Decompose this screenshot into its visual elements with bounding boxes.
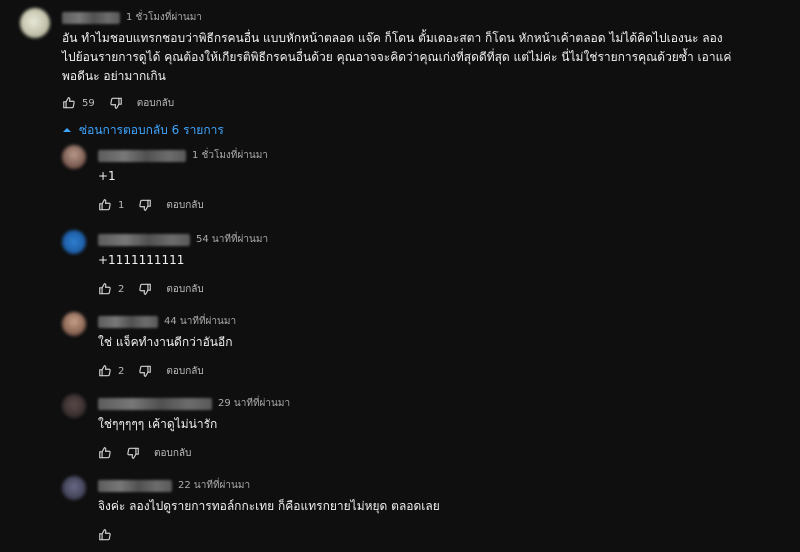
thumbs-up-icon[interactable] — [62, 96, 76, 110]
reply-text: ใช่ แจ็คทำงานดีกว่าอันอีก — [98, 335, 233, 349]
thumbs-down-icon[interactable] — [138, 198, 152, 212]
thumbs-up-icon[interactable] — [98, 528, 112, 542]
avatar[interactable] — [62, 230, 86, 254]
author-name[interactable] — [98, 397, 212, 410]
reply-text: ใช่ๆๆๆๆๆ เค้าดูไม่น่ารัก — [98, 417, 218, 431]
comment-time[interactable]: 1 ชั่วโมงที่ผ่านมา — [126, 10, 202, 25]
comment-header: 1 ชั่วโมงที่ผ่านมา — [62, 10, 202, 25]
chevron-up-icon — [62, 124, 72, 138]
reply-button[interactable]: ตอบกลับ — [137, 96, 174, 111]
reply-header: 1 ชั่วโมงที่ผ่านมา — [98, 148, 268, 163]
like-count: 2 — [118, 365, 125, 377]
like-count: 2 — [118, 283, 125, 295]
like-count: 1 — [118, 199, 125, 211]
thumbs-up-icon[interactable] — [98, 364, 112, 378]
reply-button[interactable]: ตอบกลับ — [154, 446, 191, 461]
reply-text: +1 — [98, 169, 116, 183]
thumbs-down-icon[interactable] — [109, 96, 123, 110]
reply-actions: ตอบกลับ — [98, 445, 191, 461]
author-name[interactable] — [98, 233, 190, 246]
avatar[interactable] — [62, 394, 86, 418]
reply-actions: 2 ตอบกลับ — [98, 363, 204, 379]
avatar[interactable] — [20, 8, 50, 38]
hide-replies-label: ซ่อนการตอบกลับ 6 รายการ — [79, 123, 224, 137]
hide-replies-button[interactable]: ซ่อนการตอบกลับ 6 รายการ — [62, 121, 224, 140]
reply-header: 54 นาทีที่ผ่านมา — [98, 232, 268, 247]
reply-button[interactable]: ตอบกลับ — [166, 198, 203, 213]
reply-time[interactable]: 22 นาทีที่ผ่านมา — [178, 478, 250, 493]
avatar[interactable] — [62, 476, 86, 500]
avatar[interactable] — [62, 312, 86, 336]
thumbs-up-icon[interactable] — [98, 282, 112, 296]
thumbs-up-icon[interactable] — [98, 198, 112, 212]
reply-header: 22 นาทีที่ผ่านมา — [98, 478, 250, 493]
reply-header: 44 นาทีที่ผ่านมา — [98, 314, 236, 329]
reply-time[interactable]: 29 นาทีที่ผ่านมา — [218, 396, 290, 411]
author-name[interactable] — [62, 11, 120, 24]
reply-time[interactable]: 44 นาทีที่ผ่านมา — [164, 314, 236, 329]
reply-text: จิงค่ะ ลองไปดูรายการทอล์กกะเทย ก็คือแทรก… — [98, 499, 440, 513]
comment-actions: 59 ตอบกลับ — [62, 95, 174, 111]
reply-actions: 2 ตอบกลับ — [98, 281, 204, 297]
author-name[interactable] — [98, 315, 158, 328]
reply-actions: 1 ตอบกลับ — [98, 197, 204, 213]
thumbs-up-icon[interactable] — [98, 446, 112, 460]
reply-time[interactable]: 54 นาทีที่ผ่านมา — [196, 232, 268, 247]
author-name[interactable] — [98, 149, 186, 162]
reply-button[interactable]: ตอบกลับ — [166, 282, 203, 297]
reply-time[interactable]: 1 ชั่วโมงที่ผ่านมา — [192, 148, 268, 163]
comment-text-line-2: ไปย้อนรายการดูได้ คุณต้องให้เกียรติพิธีก… — [62, 50, 732, 64]
reply-actions — [98, 527, 112, 543]
comment-text-line-1: อัน ทำไมชอบแทรกชอบว่าพิธีกรคนอื่น แบบหัก… — [62, 31, 723, 45]
reply-header: 29 นาทีที่ผ่านมา — [98, 396, 290, 411]
thumbs-down-icon[interactable] — [138, 364, 152, 378]
author-name[interactable] — [98, 479, 172, 492]
thumbs-down-icon[interactable] — [138, 282, 152, 296]
like-count: 59 — [82, 97, 95, 109]
thumbs-down-icon[interactable] — [126, 446, 140, 460]
avatar[interactable] — [62, 145, 86, 169]
comment-text-line-3: พอดีนะ อย่ามากเกิน — [62, 69, 166, 83]
reply-text: +1111111111 — [98, 253, 185, 267]
reply-button[interactable]: ตอบกลับ — [166, 364, 203, 379]
